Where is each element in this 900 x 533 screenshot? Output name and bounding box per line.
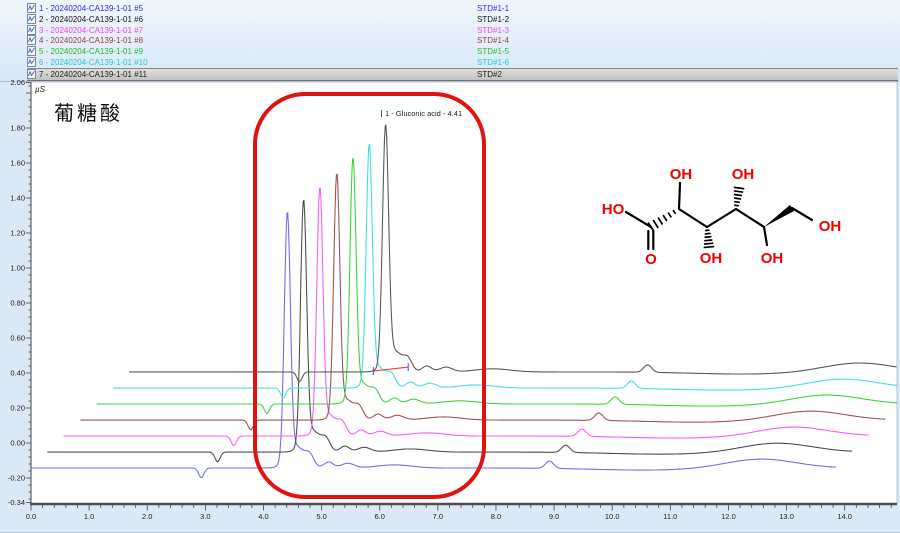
atom-label: HO [602,201,625,218]
x-tick-label: 6.0 [375,512,385,521]
atom-label: OH [700,250,723,267]
x-tick-label: 1.0 [84,512,94,521]
bond [705,243,713,244]
wedge-bond [764,205,794,227]
y-tick-label: 0.20 [10,404,25,413]
bond [735,195,742,196]
y-tick-label: 1.20 [10,229,25,238]
atom-label: OH [670,166,693,183]
x-tick-label: 3.0 [200,512,210,521]
y-tick-label: -0.20 [8,474,25,483]
y-tick-label: 0.00 [10,439,25,448]
bond [735,202,739,203]
y-tick-label: 0.80 [10,299,25,308]
x-tick-label: 2.0 [142,512,152,521]
plot-area [31,82,897,504]
bond [736,209,764,227]
atom-label: OH [732,166,755,183]
y-axis-unit-label: µS [35,85,45,94]
x-tick-label: 0.0 [26,512,36,521]
y-tick-label: 0.40 [10,369,25,378]
bond [626,212,651,227]
y-tick-label: 1.60 [10,159,25,168]
analyte-title-cjk: 葡糖酸 [54,97,123,126]
y-tick-label: 2.06 [10,78,25,87]
x-tick-label: 4.0 [258,512,268,521]
bond [707,209,736,227]
atom-label: OH [761,250,784,267]
y-tick-label: 1.80 [10,124,25,133]
peak-annotation-label: 1 - Gluconic acid - 4.41 [385,109,462,118]
y-tick-label: 1.00 [10,264,25,273]
x-tick-label: 9.0 [549,512,559,521]
bond [734,187,743,188]
x-tick-label: 7.0 [433,512,443,521]
bond [663,216,666,221]
bond [764,227,767,245]
x-tick-label: 11.0 [663,512,677,521]
y-tick-label: 1.40 [10,194,25,203]
chromatography-app-window: 1 - 20240204-CA139-1-01 #5STD#1-12 - 202… [0,0,900,533]
x-tick-label: 5.0 [316,512,326,521]
y-tick-label: 0.60 [10,334,25,343]
peak-apex-tick [381,110,382,117]
y-tick-label: -0.34 [8,498,25,507]
bond [668,213,670,217]
x-tick-label: 8.0 [491,512,501,521]
bond [704,247,713,248]
bond [705,240,712,241]
bond [654,221,658,228]
atom-label: O [645,251,657,268]
bond [679,209,707,227]
bond [705,237,711,238]
atom-label: OH [819,218,842,235]
bond [658,218,662,224]
x-tick-label: 10.0 [605,512,620,521]
bond [735,198,741,199]
x-tick-label: 13.0 [779,512,794,521]
bond [792,208,812,220]
bond [735,191,743,192]
x-tick-label: 14.0 [837,512,852,521]
bond [679,183,680,209]
x-tick-label: 12.0 [721,512,736,521]
gluconic-acid-structure: HO O OH OH OH OH OH [590,150,880,290]
bond [673,211,675,214]
